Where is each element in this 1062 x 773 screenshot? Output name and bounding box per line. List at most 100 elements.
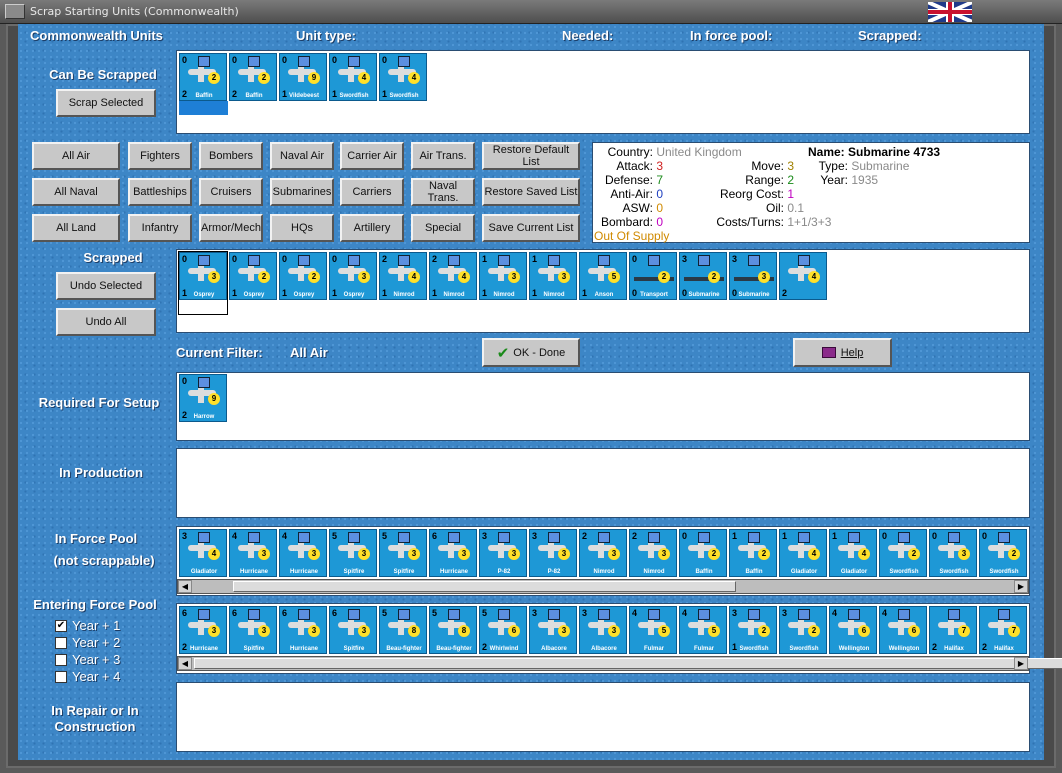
unit-counter[interactable]: 24	[779, 252, 827, 300]
unit-counter[interactable]: 2 7 Halifax	[979, 606, 1027, 654]
filter-button[interactable]: Air Trans.	[411, 142, 475, 170]
year-label[interactable]: Year + 1	[72, 618, 120, 633]
filter-button[interactable]: All Air	[32, 142, 120, 170]
year-label[interactable]: Year + 2	[72, 635, 120, 650]
unit-counter[interactable]: 0 1 3 Osprey	[179, 252, 227, 300]
unit-counter[interactable]: 4 6 Wellington	[829, 606, 877, 654]
filter-button[interactable]: Special	[411, 214, 475, 242]
unit-counter[interactable]: 4 3 Hurricane	[279, 529, 327, 577]
year-checkbox[interactable]	[55, 637, 67, 649]
filter-button[interactable]: Naval Air	[270, 142, 334, 170]
unit-counter[interactable]: 0 2 Baffin	[679, 529, 727, 577]
unit-counter[interactable]: 5 8 Beau-fighter	[429, 606, 477, 654]
unit-counter[interactable]: 1 1 3 Nimrod	[529, 252, 577, 300]
unit-counter[interactable]: 3 2 Swordfish	[779, 606, 827, 654]
year-label[interactable]: Year + 3	[72, 652, 120, 667]
filter-button[interactable]: Infantry	[128, 214, 192, 242]
unit-counter[interactable]: 6 3 Spitfire	[229, 606, 277, 654]
undo-all-button[interactable]: Undo All	[56, 308, 156, 336]
unit-counter[interactable]: 0 2 2 Baffin	[229, 53, 277, 101]
scroll-thumb[interactable]	[233, 581, 736, 592]
filter-button[interactable]: All Land	[32, 214, 120, 242]
unit-counter[interactable]: 1 1 3 Nimrod	[479, 252, 527, 300]
filter-button[interactable]: HQs	[270, 214, 334, 242]
unit-counter[interactable]: 6 3 Hurricane	[279, 606, 327, 654]
ok-done-button[interactable]: ✔ OK - Done	[482, 338, 580, 367]
production-list[interactable]	[176, 448, 1030, 518]
help-button[interactable]: Help	[793, 338, 892, 367]
unit-counter[interactable]: 1 5 Anson	[579, 252, 627, 300]
unit-counter[interactable]: 3 0 3 Submarine	[729, 252, 777, 300]
scroll-left-icon[interactable]: ◀	[178, 657, 192, 670]
filter-button[interactable]: Carrier Air	[340, 142, 404, 170]
unit-counter[interactable]: 3 3 P-82	[529, 529, 577, 577]
unit-counter[interactable]: 5 3 Spitfire	[379, 529, 427, 577]
unit-counter[interactable]: 2 3 Nimrod	[629, 529, 677, 577]
unit-counter[interactable]: 4 6 Wellington	[879, 606, 927, 654]
year-checkbox[interactable]: ✔	[55, 620, 67, 632]
year-checkbox[interactable]	[55, 671, 67, 683]
year-label[interactable]: Year + 4	[72, 669, 120, 684]
unit-counter[interactable]: 6 3 Hurricane	[429, 529, 477, 577]
unit-counter[interactable]: 0 2 2 Baffin	[179, 53, 227, 101]
unit-counter[interactable]: 0 2 9 Harrow	[179, 374, 227, 422]
unit-counter[interactable]: 5 2 6 Whirlwind	[479, 606, 527, 654]
unit-counter[interactable]: 1 4 Gladiator	[829, 529, 877, 577]
unit-counter[interactable]: 4 5 Fulmar	[679, 606, 727, 654]
unit-counter[interactable]: 4 3 Hurricane	[229, 529, 277, 577]
filter-button[interactable]: Armor/Mech	[199, 214, 263, 242]
undo-selected-button[interactable]: Undo Selected	[56, 272, 156, 300]
filter-button[interactable]: Battleships	[128, 178, 192, 206]
unit-counter[interactable]: 2 1 4 Nimrod	[379, 252, 427, 300]
unit-counter[interactable]: 0 1 2 Osprey	[229, 252, 277, 300]
unit-counter[interactable]: 0 1 9 Vildebeest	[279, 53, 327, 101]
scroll-right-icon[interactable]: ▶	[1014, 657, 1028, 670]
unit-counter[interactable]: 0 2 Swordfish	[879, 529, 927, 577]
scroll-left-icon[interactable]: ◀	[178, 580, 192, 593]
unit-counter[interactable]: 0 3 Swordfish	[929, 529, 977, 577]
unit-counter[interactable]: 6 2 3 Hurricane	[179, 606, 227, 654]
unit-counter[interactable]: 3 3 Albacore	[579, 606, 627, 654]
counter-top-value: 2	[432, 254, 438, 264]
filter-button[interactable]: Restore Default List	[482, 142, 580, 170]
required-list[interactable]	[176, 372, 1030, 441]
unit-counter[interactable]: 0 0 2 Transport	[629, 252, 677, 300]
scrap-selected-button[interactable]: Scrap Selected	[56, 89, 156, 117]
unit-counter[interactable]: 0 1 4 Swordfish	[329, 53, 377, 101]
filter-button[interactable]: Fighters	[128, 142, 192, 170]
unit-counter[interactable]: 0 2 Swordfish	[979, 529, 1027, 577]
filter-button[interactable]: Cruisers	[199, 178, 263, 206]
unit-counter[interactable]: 0 1 3 Osprey	[329, 252, 377, 300]
filter-button[interactable]: Restore Saved List	[482, 178, 580, 206]
unit-counter[interactable]: 0 1 2 Osprey	[279, 252, 327, 300]
repair-list[interactable]	[176, 682, 1030, 752]
scroll-right-icon[interactable]: ▶	[1014, 580, 1028, 593]
force-pool-scrollbar[interactable]: ◀ ▶	[177, 579, 1029, 594]
unit-counter[interactable]: 3 0 2 Submarine	[679, 252, 727, 300]
filter-button[interactable]: Submarines	[270, 178, 334, 206]
unit-counter[interactable]: 3 3 Albacore	[529, 606, 577, 654]
filter-button[interactable]: Artillery	[340, 214, 404, 242]
unit-counter[interactable]: 1 4 Gladiator	[779, 529, 827, 577]
unit-counter[interactable]: 2 3 Nimrod	[579, 529, 627, 577]
system-menu-icon[interactable]	[5, 4, 25, 19]
unit-counter[interactable]: 5 8 Beau-fighter	[379, 606, 427, 654]
unit-counter[interactable]: 6 3 Spitfire	[329, 606, 377, 654]
scroll-thumb[interactable]	[194, 658, 1062, 669]
unit-counter[interactable]: 4 5 Fulmar	[629, 606, 677, 654]
filter-button[interactable]: Naval Trans.	[411, 178, 475, 206]
filter-button[interactable]: All Naval	[32, 178, 120, 206]
year-checkbox[interactable]	[55, 654, 67, 666]
unit-counter[interactable]: 2 1 4 Nimrod	[429, 252, 477, 300]
unit-counter[interactable]: 2 7 Halifax	[929, 606, 977, 654]
entering-scrollbar[interactable]: ◀ ▶	[177, 656, 1062, 671]
unit-counter[interactable]: 3 3 P-82	[479, 529, 527, 577]
unit-counter[interactable]: 1 2 Baffin	[729, 529, 777, 577]
unit-counter[interactable]: 5 3 Spitfire	[329, 529, 377, 577]
filter-button[interactable]: Save Current List	[482, 214, 580, 242]
filter-button[interactable]: Bombers	[199, 142, 263, 170]
unit-counter[interactable]: 0 1 4 Swordfish	[379, 53, 427, 101]
unit-counter[interactable]: 3 1 2 Swordfish	[729, 606, 777, 654]
filter-button[interactable]: Carriers	[340, 178, 404, 206]
unit-counter[interactable]: 3 4 Gladiator	[179, 529, 227, 577]
